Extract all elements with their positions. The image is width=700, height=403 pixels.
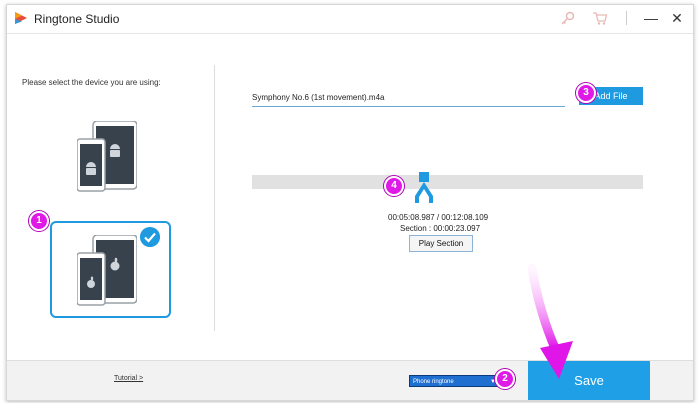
play-section-button[interactable]: Play Section	[409, 235, 473, 252]
ringtone-type-select[interactable]: Phone ringtone ▼	[409, 375, 499, 387]
pointer-arrow-icon	[527, 263, 573, 379]
minimize-button[interactable]: —	[641, 9, 661, 27]
trim-track[interactable]	[252, 175, 643, 189]
callout-badge-4: 4	[384, 176, 404, 196]
time-readout: 00:05:08.987 / 00:12:08.109	[388, 213, 489, 222]
key-icon[interactable]	[560, 10, 576, 26]
ringtone-type-value: Phone ringtone	[413, 379, 454, 385]
minimize-icon: —	[644, 10, 658, 26]
section-length: Section : 00:00:23.097	[400, 224, 481, 233]
panel-divider	[214, 65, 215, 331]
selected-check-icon	[140, 227, 160, 247]
bottom-bar: Tutorial > Phone ringtone ▼ 2 Save	[7, 360, 693, 400]
callout-badge-1: 1	[29, 211, 49, 231]
callout-badge-2: 2	[495, 369, 515, 389]
app-window: Ringtone Studio — ✕ Please select the de…	[6, 4, 694, 401]
cart-icon[interactable]	[592, 10, 608, 26]
trim-handle-icon[interactable]	[412, 172, 436, 204]
close-icon: ✕	[671, 10, 683, 26]
titlebar-separator	[626, 11, 627, 25]
app-logo-icon	[15, 12, 27, 24]
ios-device-image	[77, 235, 137, 306]
app-title: Ringtone Studio	[34, 12, 120, 26]
close-button[interactable]: ✕	[667, 9, 687, 27]
file-path-input[interactable]	[252, 90, 565, 107]
device-prompt: Please select the device you are using:	[22, 78, 161, 87]
callout-badge-3: 3	[576, 83, 596, 103]
tutorial-link[interactable]: Tutorial >	[114, 375, 143, 382]
android-device-option[interactable]	[77, 121, 137, 193]
save-button[interactable]: Save	[528, 361, 650, 400]
title-bar: Ringtone Studio — ✕	[7, 5, 693, 34]
